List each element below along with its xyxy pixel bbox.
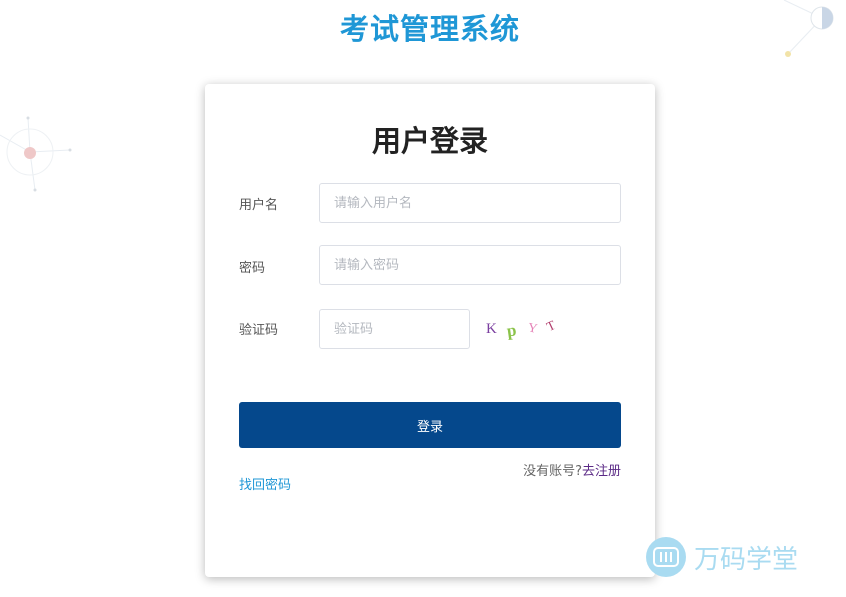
username-label: 用户名 [239,198,279,213]
captcha-char: p [506,320,518,340]
register-row: 没有账号?去注册 [523,460,621,479]
login-title: 用户登录 [371,124,488,158]
captcha-label: 验证码 [239,323,279,338]
password-input[interactable] [319,245,621,285]
username-input[interactable] [319,183,621,223]
captcha-char: K [486,321,497,337]
watermark-text: 万码学堂 [694,544,799,575]
captcha-char: T [544,317,558,334]
watermark: 万码学堂 [646,537,798,577]
captcha-input[interactable] [319,309,470,349]
forgot-password-link[interactable]: 找回密码 [239,474,291,493]
login-page: 考试管理系统 用户登录 用户名 密码 验证码 K p Y T 登录 没有账号?去… [0,0,846,597]
captcha-image[interactable]: K p Y T [483,314,573,342]
left-molecule-decoration [0,116,72,192]
captcha-char: Y [527,319,539,336]
login-card: 用户登录 用户名 密码 验证码 K p Y T 登录 没有账号?去注册 找回密码 [205,84,655,577]
watermark-logo-icon [646,537,686,577]
no-account-text: 没有账号? [523,464,582,479]
password-label: 密码 [239,261,266,276]
app-title: 考试管理系统 [339,12,520,46]
login-button[interactable]: 登录 [239,402,621,448]
register-link[interactable]: 去注册 [582,464,621,479]
